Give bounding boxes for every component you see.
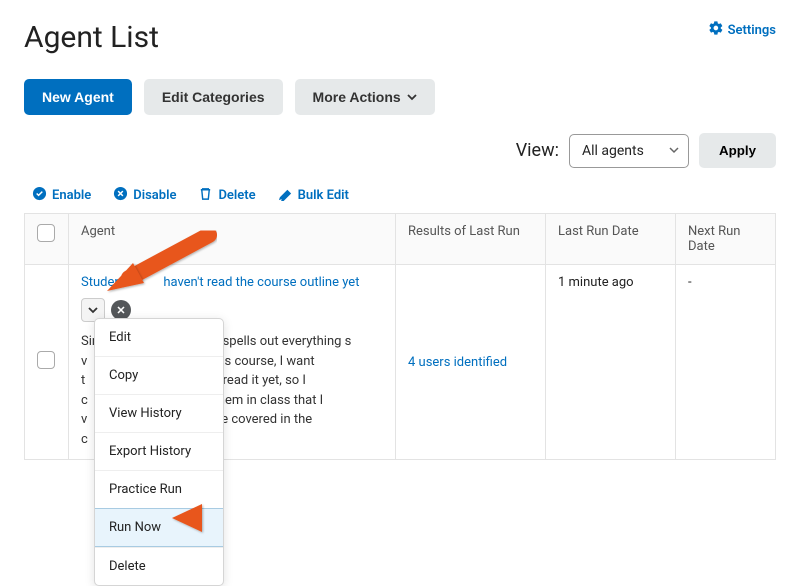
disable-action[interactable]: Disable — [113, 186, 176, 205]
bulk-edit-action[interactable]: Bulk Edit — [278, 186, 349, 205]
enable-label: Enable — [52, 188, 91, 203]
disabled-status-icon — [111, 300, 131, 320]
new-agent-button[interactable]: New Agent — [24, 79, 132, 115]
settings-link[interactable]: Settings — [708, 20, 776, 40]
agent-context-menu: Edit Copy View History Export History Pr… — [94, 318, 224, 586]
more-actions-button[interactable]: More Actions — [295, 79, 435, 115]
x-circle-icon — [113, 186, 128, 205]
disable-label: Disable — [133, 188, 176, 203]
trash-icon — [198, 186, 213, 205]
col-results: Results of Last Run — [396, 214, 546, 265]
next-run-cell: - — [676, 265, 776, 460]
col-nextrun: Next Run Date — [676, 214, 776, 265]
more-actions-label: More Actions — [313, 89, 401, 105]
chevron-down-icon — [407, 89, 417, 105]
check-circle-icon — [32, 186, 47, 205]
page-title: Agent List — [24, 20, 159, 55]
view-label: View: — [516, 140, 559, 161]
annotation-arrow-icon — [89, 223, 219, 303]
select-all-checkbox[interactable] — [37, 224, 55, 242]
menu-copy[interactable]: Copy — [95, 356, 223, 394]
settings-label: Settings — [728, 23, 776, 38]
enable-action[interactable]: Enable — [32, 186, 91, 205]
bulk-edit-label: Bulk Edit — [298, 188, 349, 203]
results-link[interactable]: 4 users identified — [408, 355, 507, 370]
delete-label: Delete — [218, 188, 255, 203]
last-run-cell: 1 minute ago — [546, 265, 676, 460]
view-select[interactable]: All agents — [569, 134, 689, 168]
annotation-arrow-icon — [164, 498, 254, 538]
apply-button[interactable]: Apply — [699, 133, 776, 168]
gear-icon — [708, 20, 724, 40]
delete-action[interactable]: Delete — [198, 186, 255, 205]
chevron-down-icon — [88, 305, 98, 315]
col-lastrun: Last Run Date — [546, 214, 676, 265]
menu-export-history[interactable]: Export History — [95, 432, 223, 470]
menu-delete[interactable]: Delete — [95, 547, 223, 585]
pencil-icon — [278, 186, 293, 205]
menu-edit[interactable]: Edit — [95, 319, 223, 356]
row-checkbox[interactable] — [37, 351, 55, 369]
edit-categories-button[interactable]: Edit Categories — [144, 79, 283, 115]
menu-view-history[interactable]: View History — [95, 394, 223, 432]
